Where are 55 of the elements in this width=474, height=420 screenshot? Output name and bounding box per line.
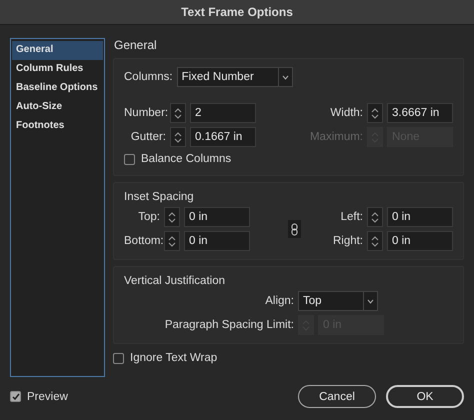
field-label: Gutter: bbox=[130, 131, 166, 143]
stepper-arrows-icon bbox=[174, 106, 182, 120]
field-label: Left: bbox=[340, 211, 363, 223]
group-title: Inset Spacing bbox=[124, 191, 195, 203]
checkbox-label: Ignore Text Wrap bbox=[130, 352, 218, 364]
chain-link-icon bbox=[291, 222, 298, 236]
value-field[interactable]: 0 in bbox=[184, 207, 250, 227]
sidebar-item[interactable]: Footnotes bbox=[12, 117, 103, 136]
sidebar-item[interactable]: Auto-Size bbox=[12, 98, 103, 117]
stepper-button[interactable] bbox=[170, 103, 186, 123]
align-dropdown[interactable]: Top bbox=[298, 291, 378, 311]
section-heading: General bbox=[113, 38, 158, 52]
columns-dropdown[interactable]: Fixed Number bbox=[176, 67, 293, 87]
ok-button[interactable]: OK bbox=[386, 385, 464, 408]
caret-icon bbox=[282, 74, 289, 80]
field-label: Right: bbox=[332, 235, 363, 247]
checkbox-label: Preview bbox=[27, 390, 68, 402]
value-field[interactable]: 0 in bbox=[387, 231, 453, 251]
cancel-button[interactable]: Cancel bbox=[298, 385, 376, 408]
checkbox[interactable] bbox=[124, 154, 135, 164]
sidebar-item[interactable]: Baseline Options bbox=[12, 79, 103, 98]
stepper-button[interactable] bbox=[164, 207, 180, 227]
field-label: Maximum: bbox=[308, 131, 363, 143]
sidebar-item[interactable]: Column Rules bbox=[12, 60, 103, 79]
stepper-button[interactable] bbox=[164, 231, 180, 251]
field-label: Top: bbox=[137, 211, 160, 223]
checkbox[interactable] bbox=[10, 391, 21, 402]
sidebar-item[interactable]: General bbox=[12, 41, 103, 60]
checkbox[interactable] bbox=[113, 352, 124, 364]
value-field[interactable]: 0 in bbox=[387, 207, 453, 227]
value-field[interactable]: 3.6667 in bbox=[387, 103, 453, 123]
stepper-arrows-icon bbox=[371, 210, 379, 224]
stepper-arrows-icon bbox=[371, 234, 379, 248]
stepper-arrows-icon bbox=[371, 106, 379, 120]
value-field[interactable]: 0 in bbox=[184, 231, 250, 251]
stepper-button[interactable] bbox=[367, 103, 383, 123]
field-label: Align: bbox=[264, 295, 294, 307]
link-button[interactable] bbox=[288, 220, 301, 238]
field-label: Paragraph Spacing Limit: bbox=[164, 319, 294, 331]
stepper-button[interactable] bbox=[170, 127, 186, 147]
stepper-arrows-icon bbox=[168, 210, 176, 224]
stepper-button[interactable] bbox=[367, 207, 383, 227]
value-field[interactable]: 2 bbox=[190, 103, 256, 123]
window-title: Text Frame Options bbox=[181, 5, 293, 19]
stepper-button[interactable] bbox=[367, 231, 383, 251]
group-title: Vertical Justification bbox=[124, 275, 226, 287]
stepper-arrows-icon bbox=[168, 234, 176, 248]
value-field[interactable]: 0.1667 in bbox=[190, 127, 256, 147]
field-label: Width: bbox=[329, 107, 363, 119]
caret-icon bbox=[367, 298, 374, 304]
checkbox-label: Balance Columns bbox=[141, 153, 232, 165]
field-label: Bottom: bbox=[124, 235, 160, 247]
field-label: Number: bbox=[124, 107, 166, 119]
stepper-arrows-icon bbox=[174, 130, 182, 144]
field-label: Columns: bbox=[124, 71, 173, 83]
